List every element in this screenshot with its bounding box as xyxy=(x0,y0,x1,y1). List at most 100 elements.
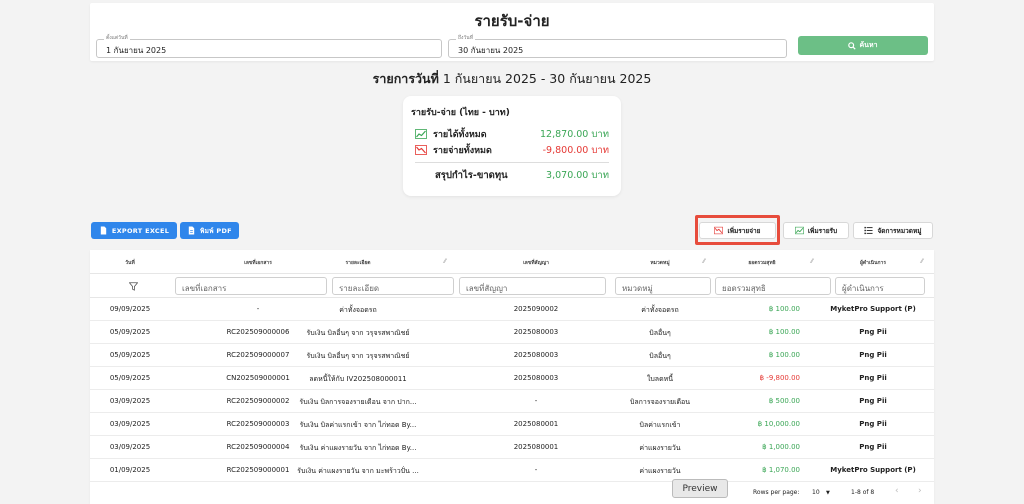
export-excel-button[interactable]: EXPORT EXCEL xyxy=(91,222,177,239)
search-card: รายรับ-จ่าย ตั้งแต่วันที่ 1 กันยายน 2025… xyxy=(90,3,934,61)
preview-button[interactable]: Preview xyxy=(672,479,728,498)
highlight-box xyxy=(695,215,780,245)
manage-categories-button[interactable]: จัดการหมวดหมู่ xyxy=(853,222,933,239)
table-row[interactable]: 09/09/2025 - ค่าทั้งจอดรถ 2025090002 ค่าทั้ง… xyxy=(90,298,934,321)
cell-amount: ฿ 1,070.00 xyxy=(762,466,800,474)
filter-amount-input[interactable]: ยอดรวมสุทธิ xyxy=(715,277,831,295)
list-icon xyxy=(864,226,873,235)
range-title: รายการวันที่ 1 กันยายน 2025 - 30 กันยายน… xyxy=(0,69,1024,89)
column-header-date[interactable]: วันที่ xyxy=(125,259,135,267)
cell-date: 05/09/2025 xyxy=(109,351,151,359)
column-header-amount[interactable]: ยอดรวมสุทธิ xyxy=(748,259,775,267)
income-label: รายได้ทั้งหมด xyxy=(433,130,487,140)
cell-contract: 2025080003 xyxy=(513,328,559,336)
start-date-value: 1 กันยายน 2025 xyxy=(106,46,167,55)
cell-detail: รับเงิน บิลค่าแรกเข้า จาก ไก่ทอด By... xyxy=(299,421,417,429)
page-title: รายรับ-จ่าย xyxy=(474,12,550,30)
cell-date: 03/09/2025 xyxy=(109,443,151,451)
cell-amount: ฿ 500.00 xyxy=(768,397,800,405)
file-icon xyxy=(100,226,107,235)
cell-date: 05/09/2025 xyxy=(109,328,151,336)
cell-operator: MyketPro Support (P) xyxy=(830,466,916,474)
cell-doc: RC202509000001 xyxy=(226,466,290,474)
table-row[interactable]: 03/09/2025 RC202509000004 รับเงิน ค่าแผงรา… xyxy=(90,436,934,459)
summary-title: รายรับ-จ่าย (ไทย - บาท) xyxy=(411,108,510,118)
add-income-label: เพิ่มรายรับ xyxy=(807,226,838,235)
cell-operator: Png Pii xyxy=(859,351,887,359)
filter-document-input[interactable]: เลขที่เอกสาร xyxy=(175,277,327,295)
cell-category: ใบลดหนี้ xyxy=(646,375,674,383)
resize-handle-icon[interactable]: ⁄⁄ xyxy=(444,258,446,265)
start-date-field[interactable]: ตั้งแต่วันที่ 1 กันยายน 2025 xyxy=(96,35,442,58)
table-row[interactable]: 01/09/2025 RC202509000001 รับเงิน ค่าแผงรา… xyxy=(90,459,934,482)
filter-icon[interactable] xyxy=(129,282,138,291)
cell-date: 09/09/2025 xyxy=(109,305,151,313)
expense-row: รายจ่ายทั้งหมด -9,800.00 บาท xyxy=(415,143,609,157)
cell-detail: รับเงิน บิลการจองรายเดือน จาก ปาก... xyxy=(299,398,417,406)
cell-date: 01/09/2025 xyxy=(109,466,151,474)
income-chart-icon xyxy=(794,226,804,235)
cell-category: ค่าแผงรายวัน xyxy=(639,444,681,452)
cell-amount: ฿ 100.00 xyxy=(768,351,800,359)
summary-divider xyxy=(415,162,609,163)
cell-category: ค่าทั้งจอดรถ xyxy=(641,306,679,314)
table-row[interactable]: 05/09/2025 CN202509000001 ลดหนี้ให้กับ IV2… xyxy=(90,367,934,390)
table-row[interactable]: 05/09/2025 RC202509000006 รับเงิน บิลอื่นๆ… xyxy=(90,321,934,344)
cell-operator: Png Pii xyxy=(859,374,887,382)
filter-operator-input[interactable]: ผู้ดำเนินการ xyxy=(835,277,925,295)
table-row[interactable]: 03/09/2025 RC202509000002 รับเงิน บิลการจอ… xyxy=(90,390,934,413)
chevron-right-icon[interactable]: › xyxy=(918,486,922,496)
column-header-contract[interactable]: เลขที่สัญญา xyxy=(523,259,549,267)
filter-category-input[interactable]: หมวดหมู่ xyxy=(615,277,711,295)
rows-per-page-select[interactable]: 10 xyxy=(812,489,820,496)
cell-contract: 2025080001 xyxy=(513,420,559,428)
cell-date: 03/09/2025 xyxy=(109,420,151,428)
cell-operator: MyketPro Support (P) xyxy=(830,305,916,313)
end-date-label: ถึงวันที่ xyxy=(456,35,475,42)
cell-doc: RC202509000006 xyxy=(226,328,290,336)
add-income-button[interactable]: เพิ่มรายรับ xyxy=(783,222,849,239)
cell-contract: - xyxy=(534,466,538,474)
resize-handle-icon[interactable]: ⁄⁄ xyxy=(921,258,923,265)
pagination-range: 1-8 of 8 xyxy=(851,489,875,496)
range-title-dates: 1 กันยายน 2025 - 30 กันยายน 2025 xyxy=(438,71,652,86)
column-header-category[interactable]: หมวดหมู่ xyxy=(650,259,669,267)
search-icon xyxy=(848,41,857,50)
cell-contract: 2025080003 xyxy=(513,351,559,359)
column-header-document[interactable]: เลขที่เอกสาร xyxy=(244,259,272,267)
search-button-label: ค้นหา xyxy=(859,41,878,49)
cell-amount: ฿ 100.00 xyxy=(768,305,800,313)
income-chart-icon xyxy=(415,129,427,139)
cell-detail: รับเงิน ค่าแผงรายวัน จาก มะพร้าวปั่น ... xyxy=(297,467,419,475)
cell-category: บิลค่าแรกเข้า xyxy=(639,421,681,429)
summary-card: รายรับ-จ่าย (ไทย - บาท) รายได้ทั้งหมด 12… xyxy=(403,96,621,196)
search-button[interactable]: ค้นหา xyxy=(798,36,928,55)
table-row[interactable]: 05/09/2025 RC202509000007 รับเงิน บิลอื่นๆ… xyxy=(90,344,934,367)
cell-amount: ฿ 10,000.00 xyxy=(757,420,800,428)
cell-category: บิลอื่นๆ xyxy=(649,352,671,360)
column-header-operator[interactable]: ผู้ดำเนินการ xyxy=(860,259,886,267)
cell-detail: รับเงิน บิลอื่นๆ จาก วรุจรสพาณิชย์ xyxy=(306,352,410,360)
cell-detail: รับเงิน ค่าแผงรายวัน จาก ไก่ทอด By... xyxy=(299,444,417,452)
cell-amount: ฿ 1,000.00 xyxy=(762,443,800,451)
range-title-prefix: รายการวันที่ xyxy=(372,71,439,86)
resize-handle-icon[interactable]: ⁄⁄ xyxy=(703,258,705,265)
cell-detail: รับเงิน บิลอื่นๆ จาก วรุจรสพาณิชย์ xyxy=(306,329,410,337)
resize-handle-icon[interactable]: ⁄⁄ xyxy=(811,258,813,265)
end-date-field[interactable]: ถึงวันที่ 30 กันยายน 2025 xyxy=(448,35,787,58)
filter-contract-input[interactable]: เลขที่สัญญา xyxy=(459,277,606,295)
cell-doc: RC202509000002 xyxy=(226,397,290,405)
table-row[interactable]: 03/09/2025 RC202509000003 รับเงิน บิลค่าแร… xyxy=(90,413,934,436)
cell-doc: RC202509000007 xyxy=(226,351,290,359)
chevron-left-icon[interactable]: ‹ xyxy=(895,486,899,496)
cell-doc: CN202509000001 xyxy=(226,374,290,382)
print-pdf-button[interactable]: พิมพ์ PDF xyxy=(180,222,239,239)
dropdown-arrow-icon[interactable]: ▼ xyxy=(826,490,830,496)
cell-detail: ลดหนี้ให้กับ IV202508000011 xyxy=(309,375,407,383)
expense-value: -9,800.00 บาท xyxy=(542,144,609,156)
column-header-detail[interactable]: รายละเอียด xyxy=(345,259,370,267)
cell-doc: RC202509000004 xyxy=(226,443,290,451)
filter-detail-input[interactable]: รายละเอียด xyxy=(332,277,454,295)
export-excel-label: EXPORT EXCEL xyxy=(111,226,170,235)
cell-detail: ค่าทั้งจอดรถ xyxy=(339,306,377,314)
